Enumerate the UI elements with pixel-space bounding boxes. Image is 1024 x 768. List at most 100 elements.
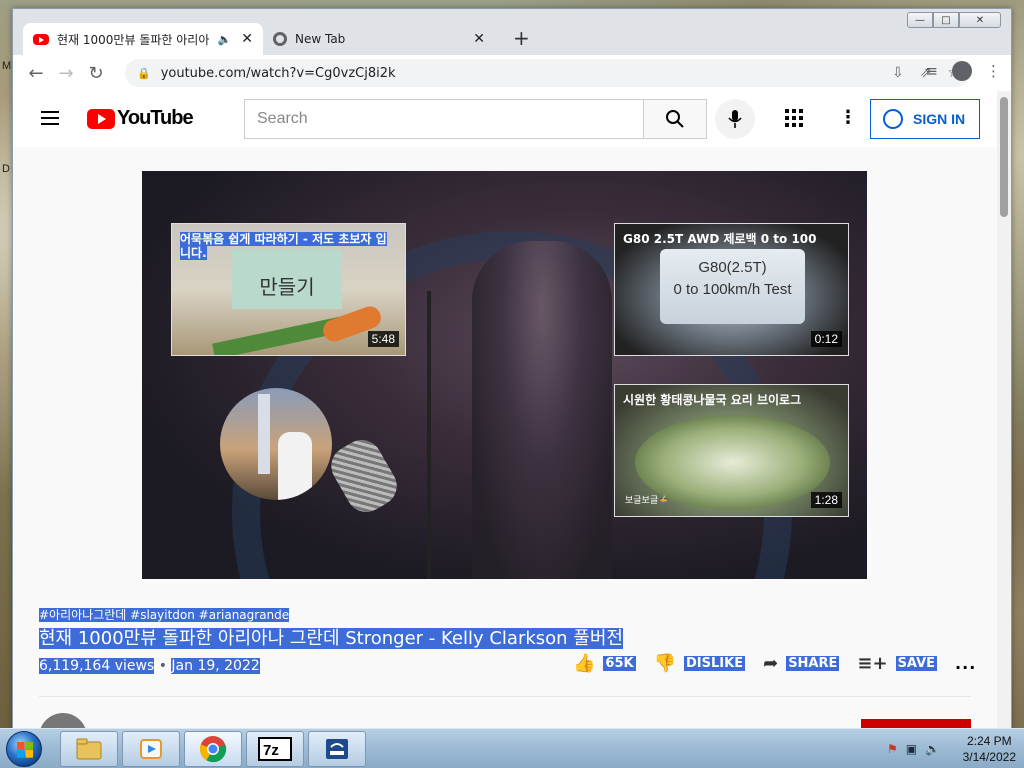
video-duration: 0:12 (810, 331, 842, 347)
end-card-title: 어묵볶음 쉽게 따라하기 - 저도 초보자 입니다. (180, 232, 387, 260)
profile-avatar-icon[interactable] (952, 61, 972, 81)
search-input[interactable]: Search (244, 99, 644, 139)
network-icon[interactable]: ▣ (906, 742, 917, 756)
windows-taskbar: 7z ⚑ ▣ 🔈 2:24 PM 3/14/2022 (0, 728, 1024, 768)
playlist-add-icon: ≡+ (857, 653, 888, 674)
youtube-play-icon (87, 108, 115, 129)
separator-dot: • (158, 658, 167, 674)
svg-text:7z: 7z (263, 742, 279, 759)
taskbar-7zip[interactable]: 7z (246, 731, 304, 767)
address-bar[interactable]: 🔒 youtube.com/watch?v=Cg0vzCj8i2k ⇩ ⇗ ☆ (125, 59, 970, 87)
end-card-title: 시원한 황태콩나물국 요리 브이로그 (623, 393, 802, 407)
volume-icon[interactable]: 🔈 (925, 742, 940, 756)
apps-grid-icon[interactable] (785, 109, 803, 131)
share-label: SHARE (786, 656, 840, 671)
thumbs-up-icon: 👍 (573, 653, 596, 674)
youtube-favicon-icon (33, 33, 49, 45)
clock[interactable]: 2:24 PM 3/14/2022 (963, 733, 1016, 765)
close-tab-icon[interactable]: ✕ (241, 31, 253, 47)
end-card-video-2[interactable]: G80(2.5T) 0 to 100km/h Test G80 2.5T AWD… (614, 223, 849, 356)
singer-figure (472, 241, 612, 579)
dislike-label: DISLIKE (684, 656, 746, 671)
video-hashtags[interactable]: #아리아나그란데 #slayitdon #arianagrande (39, 606, 290, 623)
end-card-video-1[interactable]: 만들기 어묵볶음 쉽게 따라하기 - 저도 초보자 입니다. 5:48 (171, 223, 406, 356)
tab-new-tab[interactable]: New Tab ✕ (263, 23, 495, 55)
taskbar-app[interactable] (308, 731, 366, 767)
forward-arrow-icon[interactable]: → (51, 63, 81, 84)
more-options-icon[interactable]: ⋮ (839, 107, 857, 128)
save-label: SAVE (895, 656, 938, 671)
folder-icon (76, 738, 102, 760)
search-button[interactable] (643, 99, 707, 139)
chrome-favicon-icon (273, 32, 287, 46)
desktop-label-d: D (2, 163, 10, 175)
start-button[interactable] (6, 731, 42, 767)
person (278, 432, 312, 500)
youtube-wordmark: YouTube (117, 107, 194, 129)
url-text: youtube.com/watch?v=Cg0vzCj8i2k (160, 65, 396, 81)
tab-title: 현재 1000만뷰 돌파한 아리아 (57, 32, 210, 47)
upload-date: Jan 19, 2022 (171, 658, 260, 674)
share-arrow-icon: ➦ (763, 653, 779, 674)
like-button[interactable]: 👍 65K (573, 653, 636, 674)
divider (39, 696, 971, 697)
save-button[interactable]: ≡+ SAVE (857, 653, 938, 674)
end-card-title: G80 2.5T AWD 제로백 0 to 100 (623, 232, 817, 246)
channel-end-card-avatar[interactable] (220, 388, 332, 500)
browser-toolbar: ← → ↻ 🔒 youtube.com/watch?v=Cg0vzCj8i2k … (13, 55, 1011, 91)
search-icon (666, 110, 684, 128)
browser-menu-icon[interactable]: ⋮ (986, 62, 1001, 80)
thumbnail-text-line2: 0 to 100km/h Test (673, 281, 792, 298)
video-actions: 👍 65K 👎 DISLIKE ➦ SHARE ≡+ SAVE ... (573, 653, 976, 674)
tab-strip: 현재 1000만뷰 돌파한 아리아 🔈 ✕ New Tab ✕ + (13, 9, 1011, 55)
browser-window: — □ ✕ 현재 1000만뷰 돌파한 아리아 🔈 ✕ New Tab ✕ + … (12, 8, 1012, 730)
system-tray: ⚑ ▣ 🔈 (875, 729, 940, 768)
page-scrollbar[interactable] (997, 91, 1011, 729)
mic-stand (427, 291, 431, 579)
video-meta: 6,119,164 views • Jan 19, 2022 (39, 658, 260, 674)
action-center-flag-icon[interactable]: ⚑ (887, 742, 898, 756)
install-icon[interactable]: ⇩ (892, 65, 904, 81)
taskbar-explorer[interactable] (60, 731, 118, 767)
video-player[interactable]: 만들기 어묵볶음 쉽게 따라하기 - 저도 초보자 입니다. 5:48 G80(… (142, 171, 867, 579)
tower (258, 394, 270, 474)
like-count: 65K (603, 656, 636, 671)
lock-icon[interactable]: 🔒 (137, 67, 151, 80)
taskbar-media-player[interactable] (122, 731, 180, 767)
tab-youtube[interactable]: 현재 1000만뷰 돌파한 아리아 🔈 ✕ (23, 23, 263, 55)
speaker-icon[interactable]: 🔈 (218, 33, 232, 46)
close-tab-icon[interactable]: ✕ (473, 31, 485, 47)
taskbar-chrome[interactable] (184, 731, 242, 767)
thumbnail-text-line1: G80(2.5T) (698, 259, 767, 276)
user-icon (883, 109, 903, 129)
reload-icon[interactable]: ↻ (81, 63, 111, 84)
scrollbar-thumb[interactable] (1000, 97, 1008, 217)
voice-search-button[interactable] (715, 99, 755, 139)
microphone-icon (728, 110, 742, 128)
share-button[interactable]: ➦ SHARE (763, 653, 840, 674)
back-arrow-icon[interactable]: ← (21, 63, 51, 84)
more-actions-button[interactable]: ... (955, 654, 976, 673)
tab-title: New Tab (295, 32, 346, 46)
sign-in-button[interactable]: SIGN IN (870, 99, 980, 139)
video-duration: 5:48 (367, 331, 399, 347)
app-icon (326, 739, 348, 759)
youtube-logo[interactable]: YouTube (87, 107, 194, 130)
video-title: 현재 1000만뷰 돌파한 아리아나 그란데 Stronger - Kelly … (39, 628, 623, 649)
youtube-page: YouTube Search ⋮ SIGN IN 만들기 어묵볶음 쉽게 따라하… (13, 91, 999, 729)
chrome-icon (199, 736, 227, 763)
desktop-label-m: M (2, 60, 12, 72)
dislike-button[interactable]: 👎 DISLIKE (654, 653, 746, 674)
video-duration: 1:28 (810, 492, 842, 508)
new-tab-button[interactable]: + (513, 26, 530, 50)
media-player-icon (140, 739, 162, 759)
thumbnail-art: G80(2.5T) 0 to 100km/h Test (660, 249, 805, 324)
thumbs-down-icon: 👎 (653, 653, 677, 674)
hamburger-menu-icon[interactable] (41, 111, 59, 129)
sign-in-label: SIGN IN (913, 111, 966, 127)
end-card-video-3[interactable]: 시원한 황태콩나물국 요리 브이로그 보글보글🍲 1:28 (614, 384, 849, 517)
7zip-icon: 7z (258, 737, 292, 761)
clock-time: 2:24 PM (966, 734, 1012, 748)
media-queue-icon[interactable]: ≡ (925, 62, 938, 80)
view-count: 6,119,164 views (39, 658, 155, 674)
